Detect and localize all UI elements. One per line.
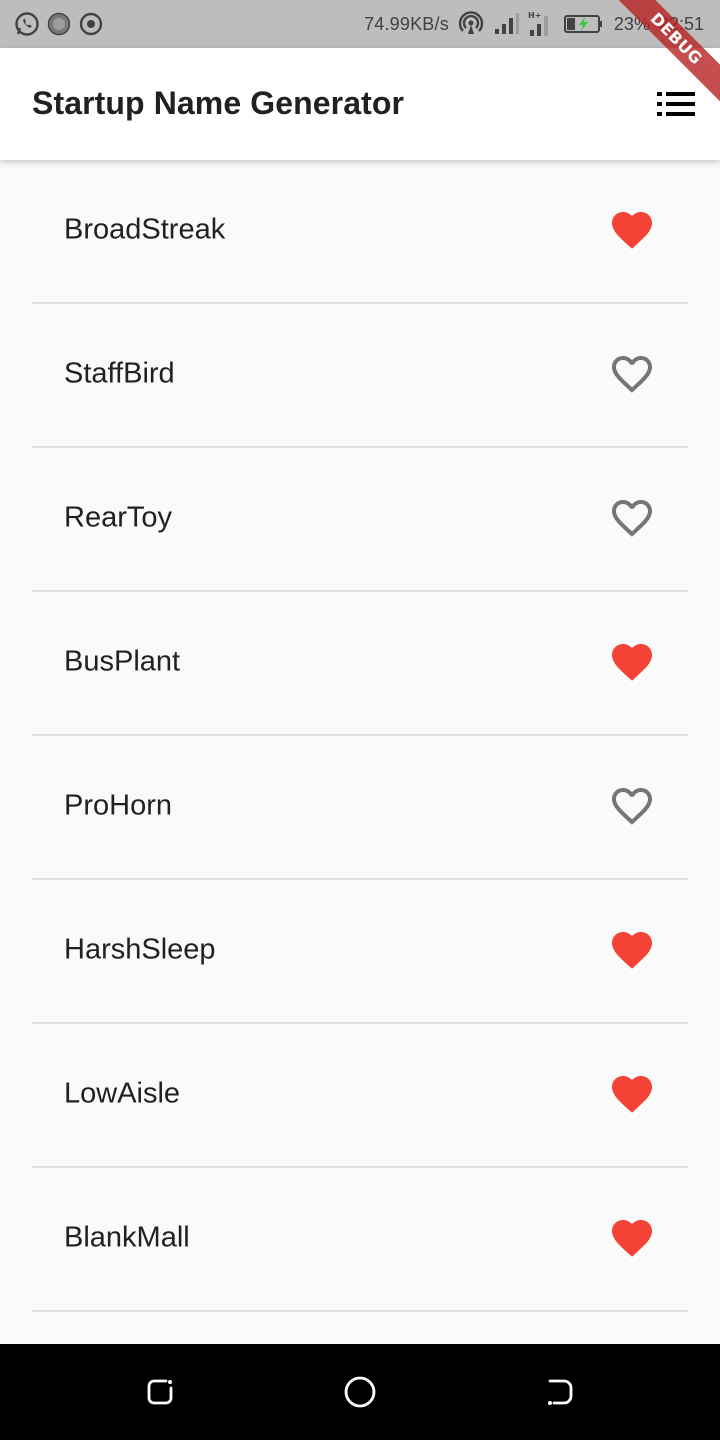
net-speed: 74.99KB/s [364,13,449,34]
heart-filled-icon [612,932,652,969]
favorite-button[interactable] [608,638,656,686]
heart-filled-icon [612,1220,652,1257]
list-item-name: BroadStreak [64,213,226,246]
recent-apps-icon [147,1379,173,1405]
saved-list-button[interactable] [652,82,700,126]
list-item[interactable]: BlankMall [32,1168,688,1312]
app-bar: Startup Name Generator [0,48,720,160]
list-item[interactable]: BroadStreak [32,160,688,304]
back-button[interactable] [540,1372,580,1412]
list-item-name: RearToy [64,501,172,534]
hotspot-icon [458,11,484,37]
favorite-button[interactable] [608,782,656,830]
status-system-icons: 74.99KB/s H+ 23% 22:51 [364,0,704,48]
svg-text:H+: H+ [528,11,541,20]
list-item[interactable]: ProHorn [32,736,688,880]
data-icon: H+ [528,10,552,38]
heart-filled-icon [612,644,652,681]
list-item[interactable]: LowAisle [32,1024,688,1168]
favorite-button[interactable] [608,350,656,398]
recent-apps-button[interactable] [140,1372,180,1412]
page-title: Startup Name Generator [32,85,405,121]
list-item[interactable]: HarshSleep [32,880,688,1024]
favorite-button[interactable] [608,494,656,542]
list-item-name: LowAisle [64,1077,181,1110]
heart-outline-icon [612,356,652,393]
name-list: BroadStreak StaffBird RearToy BusPlant P… [0,160,720,1312]
heart-outline-icon [612,500,652,537]
list-item-name: BusPlant [64,645,181,678]
list-item[interactable]: StaffBird [32,304,688,448]
signal-icon [493,12,519,36]
list-item-name: ProHorn [64,789,172,822]
list-item-name: StaffBird [64,357,175,390]
navigation-bar [0,1344,720,1440]
favorite-button[interactable] [608,1214,656,1262]
list-item-name: BlankMall [64,1221,190,1254]
list-item[interactable]: BusPlant [32,592,688,736]
target-icon [78,11,104,37]
favorite-button[interactable] [608,1070,656,1118]
home-button[interactable] [340,1372,380,1412]
heart-filled-icon [612,212,652,249]
favorite-button[interactable] [608,926,656,974]
status-notification-icons [14,11,110,37]
list-item-name: HarshSleep [64,933,216,966]
status-bar: 74.99KB/s H+ 23% 22:51 [0,0,720,48]
battery-percent: 23% [613,13,650,34]
back-icon [548,1379,573,1405]
home-icon [344,1376,376,1408]
battery-charging-icon [561,12,605,36]
app-icon [46,11,72,37]
heart-filled-icon [612,1076,652,1113]
whatsapp-icon [14,11,40,37]
clock: 22:51 [658,13,704,34]
heart-outline-icon [612,788,652,825]
list-icon [657,92,695,116]
favorite-button[interactable] [608,206,656,254]
list-item[interactable]: RearToy [32,448,688,592]
